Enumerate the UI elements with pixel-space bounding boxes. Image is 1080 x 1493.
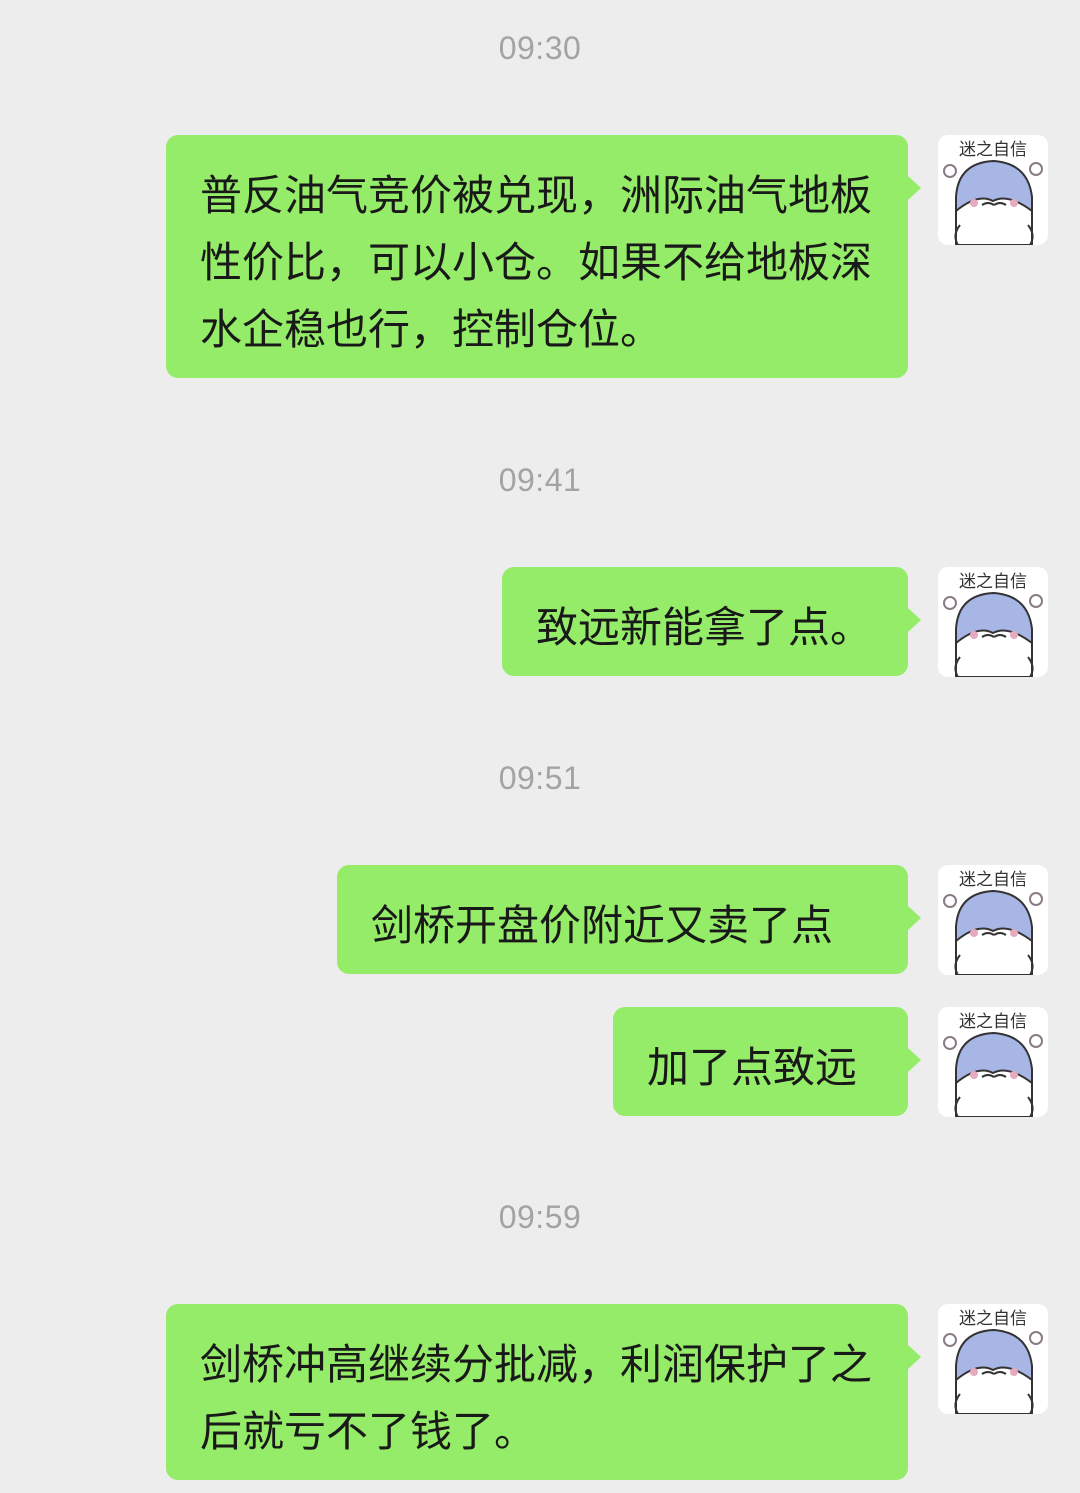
avatar-caption: 迷之自信 — [959, 1309, 1027, 1329]
avatar[interactable]: 迷之自信 — [938, 865, 1048, 975]
blue-cartoon-character-avatar-icon: 迷之自信 — [943, 140, 1043, 245]
timestamp: 09:59 — [498, 1199, 582, 1235]
avatar[interactable]: 迷之自信 — [938, 567, 1048, 677]
blue-cartoon-character-avatar-icon: 迷之自信 — [943, 870, 1043, 975]
avatar[interactable]: 迷之自信 — [938, 1007, 1048, 1117]
blue-cartoon-character-avatar-icon: 迷之自信 — [943, 1309, 1043, 1414]
message-bubble[interactable]: 剑桥开盘价附近又卖了点 — [337, 865, 921, 974]
message-bubble[interactable]: 普反油气竞价被兑现，洲际油气地板性价比，可以小仓。如果不给地板深水企稳也行，控制… — [166, 135, 921, 378]
timestamp: 09:41 — [498, 462, 582, 498]
avatar[interactable]: 迷之自信 — [938, 1304, 1048, 1414]
avatar-caption: 迷之自信 — [959, 572, 1027, 592]
avatar-caption: 迷之自信 — [959, 140, 1027, 160]
timestamp: 09:30 — [498, 30, 582, 66]
blue-cartoon-character-avatar-icon: 迷之自信 — [943, 572, 1043, 677]
message-bubble[interactable]: 加了点致远 — [613, 1007, 921, 1116]
avatar[interactable]: 迷之自信 — [938, 135, 1048, 245]
message-bubble[interactable]: 致远新能拿了点。 — [502, 567, 921, 676]
blue-cartoon-character-avatar-icon: 迷之自信 — [943, 1012, 1043, 1117]
timestamp: 09:51 — [498, 760, 582, 796]
message-bubble[interactable]: 剑桥冲高继续分批减，利润保护了之后就亏不了钱了。 — [166, 1304, 921, 1480]
avatar-caption: 迷之自信 — [959, 870, 1027, 890]
avatar-caption: 迷之自信 — [959, 1012, 1027, 1032]
